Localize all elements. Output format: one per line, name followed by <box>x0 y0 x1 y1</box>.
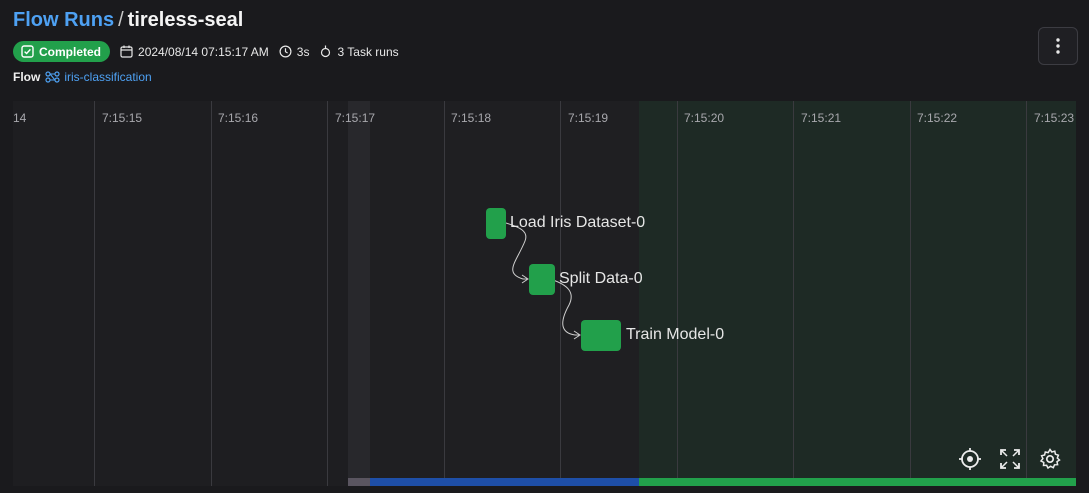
flow-run-timeline[interactable]: 14 7:15:15 7:15:16 7:15:17 7:15:18 7:15:… <box>13 101 1076 486</box>
start-time-text: 2024/08/14 07:15:17 AM <box>138 44 269 59</box>
calendar-icon <box>120 45 133 58</box>
breadcrumb-separator: / <box>118 9 124 31</box>
duration: 3s <box>279 44 310 59</box>
clock-icon <box>279 45 292 58</box>
kebab-menu-icon <box>1056 38 1060 54</box>
task-runs-text: 3 Task runs <box>337 44 399 59</box>
task-node-load-iris-dataset[interactable] <box>486 208 506 239</box>
task-label-train-model[interactable]: Train Model-0 <box>626 326 724 344</box>
settings-button[interactable] <box>1036 445 1064 473</box>
task-label-load-iris-dataset[interactable]: Load Iris Dataset-0 <box>510 214 645 232</box>
flow-run-meta: Completed 2024/08/14 07:15:17 AM 3s 3 Ta… <box>13 41 399 62</box>
task-label-split-data[interactable]: Split Data-0 <box>559 270 643 288</box>
gear-icon <box>1039 448 1061 470</box>
fullscreen-icon <box>1000 449 1020 469</box>
breadcrumb-flow-runs[interactable]: Flow Runs <box>13 9 114 31</box>
flow-label: Flow <box>13 70 41 84</box>
flow-name: iris-classification <box>64 70 152 84</box>
start-time: 2024/08/14 07:15:17 AM <box>120 45 269 59</box>
status-badge: Completed <box>13 41 111 62</box>
flow-icon <box>45 71 60 83</box>
task-node-train-model[interactable] <box>581 320 621 351</box>
task-node-split-data[interactable] <box>529 264 555 295</box>
page-header: Flow Runs / tireless-seal <box>13 6 243 34</box>
crosshair-icon <box>959 448 981 470</box>
more-options-button[interactable] <box>1038 27 1078 65</box>
fullscreen-button[interactable] <box>996 445 1024 473</box>
state-bar-pending <box>348 478 370 486</box>
recenter-button[interactable] <box>956 445 984 473</box>
task-run-icon <box>321 45 331 58</box>
flow-run-name: tireless-seal <box>127 9 244 31</box>
duration-text: 3s <box>296 44 310 59</box>
state-bar-running <box>370 478 639 486</box>
page-title: Flow Runs / tireless-seal <box>13 6 243 34</box>
flow-info: Flow iris-classification <box>13 70 152 84</box>
status-badge-label: Completed <box>39 44 102 59</box>
state-bar-completed <box>639 478 1076 486</box>
check-square-icon <box>21 45 34 58</box>
flow-link[interactable]: iris-classification <box>45 70 152 84</box>
task-runs-count[interactable]: 3 Task runs <box>319 44 399 59</box>
